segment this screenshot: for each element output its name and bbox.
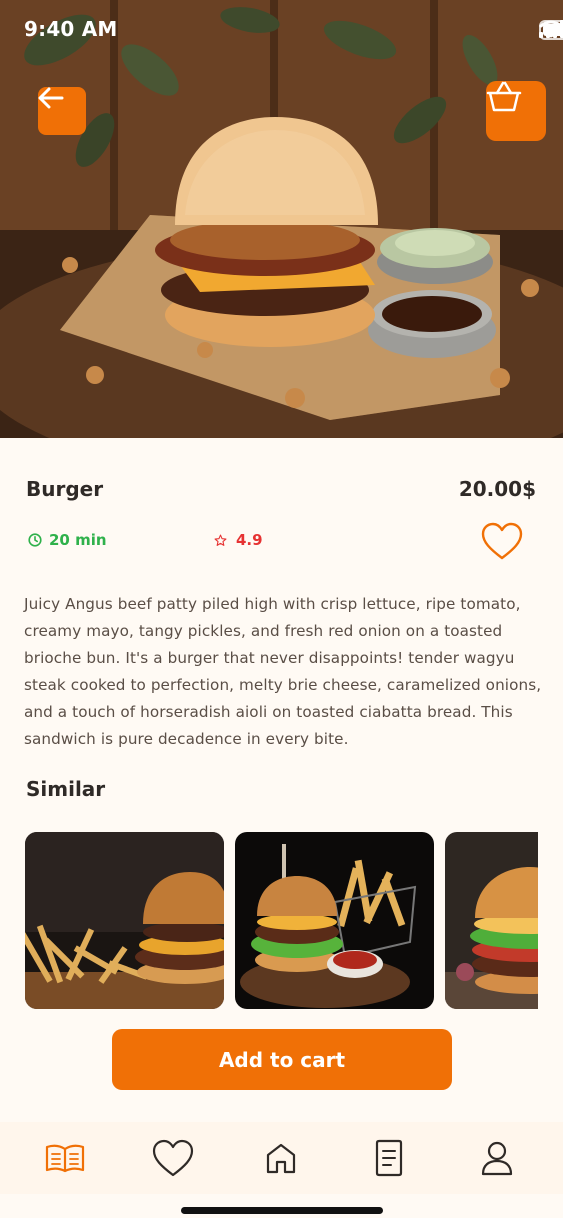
basket-icon: [486, 81, 522, 112]
rating-value: 4.9: [236, 531, 263, 549]
tab-menu[interactable]: [42, 1138, 88, 1178]
burger-photo: [0, 0, 563, 438]
favorite-button[interactable]: [480, 521, 524, 561]
product-price: 20.00$: [458, 477, 536, 501]
clock-icon: [28, 533, 42, 547]
product-description: Juicy Angus beef patty piled high with c…: [24, 595, 542, 748]
add-to-cart-button[interactable]: Add to cart: [112, 1029, 452, 1090]
heart-icon: [481, 522, 523, 560]
similar-item[interactable]: [235, 832, 434, 1009]
burger-fries-sauce-photo: [235, 832, 434, 1009]
burger-with-vegetables-photo: [445, 832, 538, 1009]
burger-with-fries-photo: [25, 832, 224, 1009]
similar-item[interactable]: [445, 832, 538, 1009]
basket-button[interactable]: [486, 81, 546, 141]
rating: 4.9: [214, 531, 263, 549]
hero-food-image: 9:40 AM: [0, 0, 563, 438]
battery-icon: [539, 20, 563, 40]
home-icon: [266, 1143, 296, 1174]
tab-home[interactable]: [258, 1138, 304, 1178]
tab-profile[interactable]: [474, 1138, 520, 1178]
product-title: Burger: [26, 477, 104, 501]
back-button[interactable]: [38, 87, 86, 135]
prep-time: 20 min: [28, 531, 107, 549]
menu-book-icon: [45, 1144, 85, 1173]
profile-icon: [481, 1141, 513, 1176]
similar-section-title: Similar: [26, 777, 106, 801]
star-icon: [214, 534, 227, 546]
prep-time-label: 20 min: [49, 531, 107, 549]
arrow-left-icon: [38, 87, 64, 109]
heart-icon: [152, 1139, 194, 1177]
home-indicator: [181, 1207, 383, 1214]
bottom-tab-bar: [0, 1122, 563, 1194]
tab-orders[interactable]: [366, 1138, 412, 1178]
orders-icon: [375, 1139, 403, 1177]
similar-carousel[interactable]: [25, 832, 538, 1010]
tab-favorites[interactable]: [150, 1138, 196, 1178]
status-bar: 9:40 AM: [0, 0, 563, 60]
similar-item[interactable]: [25, 832, 224, 1009]
status-time: 9:40 AM: [24, 17, 118, 41]
